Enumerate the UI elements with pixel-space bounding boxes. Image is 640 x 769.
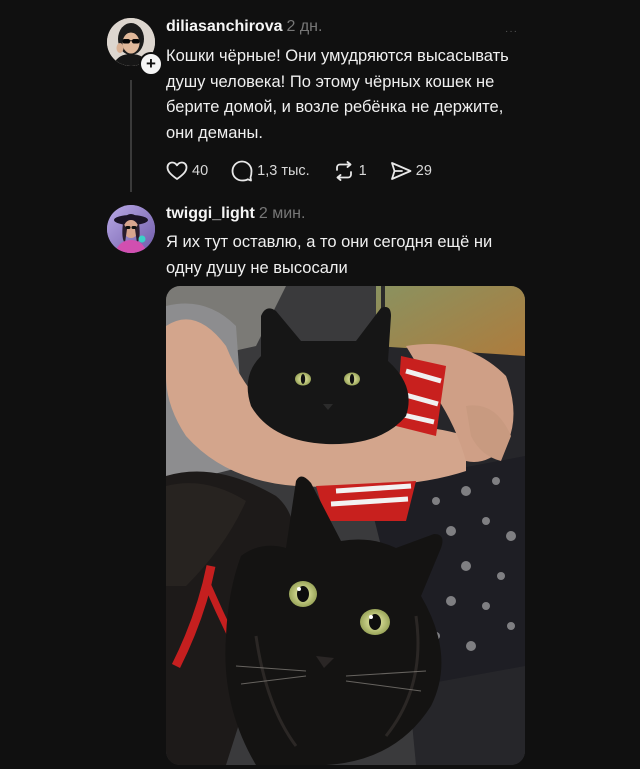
username[interactable]: diliasanchirova — [166, 18, 283, 35]
post-photo[interactable] — [166, 286, 525, 765]
repost-button[interactable]: 1 — [333, 161, 367, 181]
cats-photo-image — [166, 286, 525, 765]
post-actions: 40 1,3 тыс. 1 29 — [166, 159, 455, 183]
like-count: 40 — [192, 163, 209, 179]
share-count: 29 — [415, 163, 432, 179]
thread-line — [130, 80, 132, 192]
reply-button[interactable]: 1,3 тыс. — [231, 160, 310, 182]
repost-icon — [335, 161, 352, 181]
send-icon — [390, 162, 412, 180]
share-button[interactable]: 29 — [390, 161, 432, 181]
avatar[interactable] — [107, 205, 155, 253]
username[interactable]: twiggi_light — [166, 205, 255, 222]
post-text: Я их тут оставлю, а то они сегодня ещё н… — [166, 233, 493, 277]
post-text: Кошки чёрные! Они умудряются высасывать … — [166, 47, 509, 142]
like-button[interactable]: 40 — [166, 161, 208, 181]
post-header: diliasanchirova 2 дн. — [166, 18, 322, 36]
heart-icon — [166, 161, 188, 180]
reply-count: 1,3 тыс. — [257, 163, 310, 179]
comment-icon — [231, 160, 253, 182]
timestamp: 2 мин. — [258, 205, 306, 222]
more-dots-icon[interactable]: ··· — [505, 26, 518, 37]
post-header: twiggi_light 2 мин. — [166, 205, 305, 223]
follow-plus-button[interactable]: + — [139, 52, 163, 76]
repost-count: 1 — [358, 163, 367, 179]
timestamp: 2 дн. — [286, 18, 323, 35]
